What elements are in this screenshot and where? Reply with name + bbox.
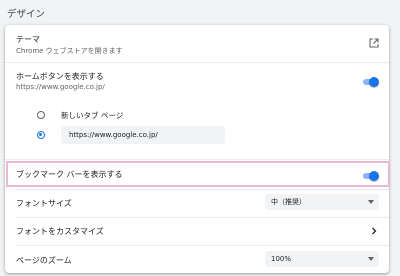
theme-row[interactable]: テーマ Chrome ウェブストアを開きます (5, 25, 389, 62)
home-button-row: ホームボタンを表示する https://www.google.co.jp/ (5, 63, 389, 95)
chevron-right-icon[interactable] (371, 227, 377, 235)
radio-custom-url[interactable] (37, 131, 45, 139)
radio-new-tab-page[interactable] (37, 111, 45, 119)
divider (5, 159, 389, 160)
page-zoom-value: 100% (271, 255, 292, 263)
page-zoom-select[interactable]: 100% (265, 251, 379, 267)
open-in-new-icon[interactable] (369, 38, 379, 48)
home-button-label: ホームボタンを表示する (16, 72, 104, 81)
dropdown-arrow-icon (368, 257, 374, 261)
customize-fonts-row[interactable]: フォントをカスタマイズ (5, 218, 389, 244)
customize-fonts-label: フォントをカスタマイズ (16, 227, 104, 236)
font-size-label: フォントサイズ (16, 199, 72, 208)
theme-sublabel: Chrome ウェブストアを開きます (16, 47, 123, 55)
appearance-card: テーマ Chrome ウェブストアを開きます ホームボタンを表示する https… (5, 25, 389, 273)
radio-new-tab-page-label: 新しいタブ ページ (61, 111, 124, 120)
page-zoom-row: ページのズーム 100% (5, 246, 389, 273)
home-button-toggle[interactable] (361, 77, 379, 87)
font-size-select[interactable]: 中（推奨） (265, 194, 379, 210)
dropdown-arrow-icon (368, 200, 374, 204)
font-size-row: フォントサイズ 中（推奨） (5, 190, 389, 216)
font-size-value: 中（推奨） (271, 198, 306, 206)
home-url-input[interactable]: https://www.google.co.jp/ (61, 126, 225, 144)
bookmarks-bar-highlight (6, 161, 390, 187)
theme-label: テーマ (16, 35, 40, 44)
section-title: デザイン (7, 9, 46, 20)
home-button-sublabel: https://www.google.co.jp/ (16, 83, 105, 91)
page-zoom-label: ページのズーム (16, 256, 72, 265)
